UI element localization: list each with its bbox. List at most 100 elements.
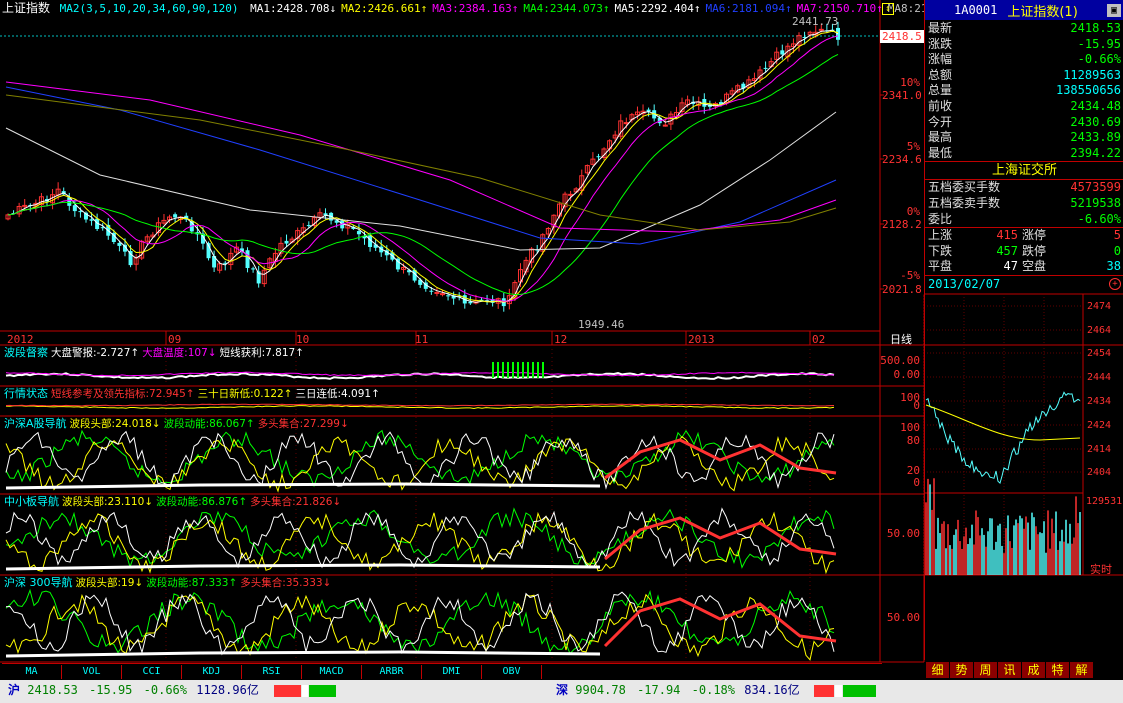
detail-tab[interactable]: 成 — [1022, 662, 1045, 678]
panel-axis-label: 0 — [913, 399, 920, 412]
indicator-name[interactable]: 沪深 300导航 — [4, 576, 73, 589]
period-label: 日线 — [890, 333, 912, 346]
ma-params: MA2(3,5,10,20,34,60,90,120) — [59, 2, 239, 15]
tab-obv[interactable]: OBV — [482, 665, 542, 679]
indicator-name[interactable]: 行情状态 — [4, 387, 48, 400]
stock-code: 1A0001 — [954, 3, 998, 17]
tab-vol[interactable]: VOL — [62, 665, 122, 679]
indicator-name[interactable]: 波段督察 — [4, 346, 48, 359]
ma-value: MA7:2150.710↑ — [796, 2, 883, 15]
percent-axis-label: 0% — [906, 205, 920, 218]
indicator-value: 多头集合:35.333↓ — [240, 577, 332, 589]
indicator-value: 多头集合:27.299↓ — [257, 418, 349, 430]
detail-tabs: 细势周讯成特解 — [926, 662, 1122, 678]
detail-tab[interactable]: 势 — [950, 662, 973, 678]
percent-axis-label: 5% — [906, 140, 920, 153]
quote-label: 前收 — [928, 98, 953, 113]
price-axis-label: 2021.8 — [882, 283, 922, 296]
navigation-base-line — [5, 563, 601, 571]
tab-ma[interactable]: MA — [2, 665, 62, 679]
navigation-bull-line — [5, 430, 835, 490]
tab-kdj[interactable]: KDJ — [182, 665, 242, 679]
sz-amount: 834.16亿 — [744, 683, 800, 697]
tab-macd[interactable]: MACD — [302, 665, 362, 679]
tab-rsi[interactable]: RSI — [242, 665, 302, 679]
ma-value: MA6:2181.094↑ — [705, 2, 792, 15]
quote-row: 最新 2418.53 — [925, 21, 1123, 37]
detail-tab[interactable]: 特 — [1046, 662, 1069, 678]
detail-tab[interactable]: 细 — [926, 662, 949, 678]
intraday-price-label: 2464 — [1087, 325, 1112, 336]
indicator-value: 短线获利:7.817↑ — [219, 347, 304, 359]
quote-rows: 最新 2418.53 涨跌 -15.95 涨幅 -0.66% 总额 11289563 总量 138… — [925, 21, 1123, 161]
price-axis-label: 2234.6 — [882, 153, 922, 166]
indicator-value: 三日连低:4.091↑ — [295, 388, 380, 400]
sz-price: 9904.78 — [575, 683, 626, 697]
indicator-panel-header: 沪深A股导航 波段头部:24.018↓ 波段动能:86.067↑ 多头集合:27.29… — [4, 417, 349, 431]
indicator-value: 大盘警报:-2.727↑ — [51, 347, 140, 359]
breadth-value: 38 — [1106, 259, 1121, 274]
stock-name: 上证指数(1) — [1007, 4, 1078, 20]
ma-value: MA2:2426.661↑ — [341, 2, 428, 15]
chart-legend: 上证指数 MA2(3,5,10,20,34,60,90,120) MA1:242… — [2, 1, 961, 16]
quote-label: 总量 — [928, 83, 953, 98]
indicator-value: 波段头部:23.110↓ — [62, 496, 154, 508]
intraday-price-label: 2474 — [1087, 301, 1112, 312]
candle-body — [78, 211, 83, 213]
date-axis-label: 12 — [554, 333, 568, 346]
date-axis-label: 2013 — [688, 333, 715, 346]
intraday-price-label: 2414 — [1087, 444, 1112, 455]
panel-axis-label: 500.00 — [880, 354, 920, 367]
quote-row: 总额 11289563 — [925, 68, 1123, 84]
candle-body — [780, 50, 785, 55]
indicator-name[interactable]: 中小板导航 — [4, 495, 59, 508]
candlesticks — [5, 21, 840, 312]
quote-row: 今开 2430.69 — [925, 115, 1123, 131]
candle-body — [623, 122, 629, 125]
tab-dmi[interactable]: DMI — [422, 665, 482, 679]
quote-row: 前收 2434.48 — [925, 99, 1123, 115]
quote-value: 2394.22 — [1070, 145, 1121, 160]
indicator-panel-header: 行情状态 短线参考及领先指标:72.945↑ 三十日新低:0.122↑ 三日连低:4.… — [4, 387, 380, 401]
quote-label: 总额 — [928, 67, 953, 82]
breadth-row: 下跌 457 跌停 0 — [925, 244, 1123, 260]
quote-value: 2430.69 — [1070, 114, 1121, 129]
index-title: 上证指数 — [2, 1, 51, 15]
order-row: 五档委买手数 4573599 — [925, 180, 1123, 196]
panel-axis-label: 0 — [913, 476, 920, 489]
tab-arbr[interactable]: ARBR — [362, 665, 422, 679]
crosshair-icon[interactable]: + — [1109, 277, 1121, 290]
order-value: 5219538 — [1070, 195, 1121, 210]
candle-body — [251, 268, 256, 270]
indicator-name[interactable]: 沪深A股导航 — [4, 417, 67, 430]
breadth-label: 平盘 — [928, 259, 953, 274]
detail-tab[interactable]: 周 — [974, 662, 997, 678]
navigation-base-line — [5, 650, 601, 658]
panel-close-icon[interactable]: ▣ — [1107, 3, 1121, 17]
current-price-tag: 2418.5 — [880, 30, 924, 43]
indicator-value: 波段动能:86.876↑ — [156, 496, 248, 508]
low-price-label: 1949.46 — [578, 318, 625, 331]
order-label: 五档委卖手数 — [928, 195, 1001, 210]
detail-tab[interactable]: 讯 — [998, 662, 1021, 678]
quote-label: 最高 — [928, 130, 953, 145]
quote-row: 总量 138550656 — [925, 83, 1123, 99]
candle-body — [72, 205, 77, 212]
candle-body — [434, 291, 440, 294]
sh-price: 2418.53 — [27, 683, 78, 697]
indicator-value: 大盘温度:107↓ — [142, 347, 217, 359]
panel1-line — [5, 371, 834, 377]
navigation-base-line — [5, 482, 601, 490]
breadth-value: 5 — [1113, 228, 1121, 243]
candle-body — [836, 27, 840, 40]
order-label: 委比 — [928, 211, 953, 226]
indicator-value: 波段头部:24.018↓ — [69, 418, 161, 430]
candle-body — [763, 67, 768, 69]
tab-cci[interactable]: CCI — [122, 665, 182, 679]
quote-value: 2433.89 — [1070, 130, 1121, 145]
intraday-mode[interactable]: 实时 — [1090, 563, 1112, 576]
chart-mode-icon[interactable]: ↕ — [882, 3, 894, 15]
quote-value: 11289563 — [1063, 67, 1121, 82]
detail-tab[interactable]: 解 — [1070, 662, 1093, 678]
price-axis-label: 2341.0 — [882, 89, 922, 102]
